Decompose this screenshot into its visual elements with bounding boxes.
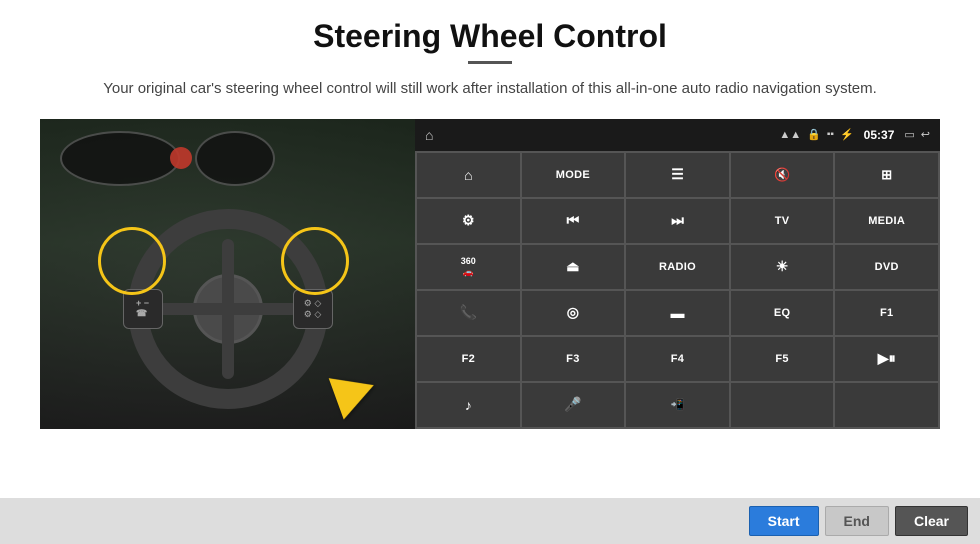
btn-eq[interactable]: EQ <box>731 291 834 335</box>
radio-label: RADIO <box>659 261 696 273</box>
bluetooth-icon: ⚡ <box>840 128 854 141</box>
btn-f2[interactable]: F2 <box>417 337 520 381</box>
btn-mic[interactable]: 🎤 <box>522 383 625 427</box>
btn-play-pause[interactable]: ▶⏸ <box>835 337 938 381</box>
btn-radio[interactable]: RADIO <box>626 245 729 289</box>
btn-f1[interactable]: F1 <box>835 291 938 335</box>
f3-label: F3 <box>566 353 579 365</box>
end-button[interactable]: End <box>825 506 889 536</box>
btn-music[interactable]: ♪ <box>417 383 520 427</box>
window-icon: ▭ <box>904 128 914 141</box>
btn-rect[interactable]: ▬ <box>626 291 729 335</box>
apps-icon: ⊞ <box>881 167 892 183</box>
btn-next[interactable]: ⏭ <box>626 199 729 243</box>
f4-label: F4 <box>671 353 684 365</box>
nav-icon: ◎ <box>567 304 579 321</box>
btn-brightness[interactable]: ☀ <box>731 245 834 289</box>
back-icon: ↩ <box>921 128 930 141</box>
btn-f4[interactable]: F4 <box>626 337 729 381</box>
tv-label: TV <box>775 215 790 227</box>
btn-settings[interactable]: ⚙ <box>417 199 520 243</box>
wifi-icon: ▲▲ <box>779 129 801 141</box>
btn-f5[interactable]: F5 <box>731 337 834 381</box>
car-image: + −☎ ⚙ ◇⚙ ◇ <box>40 119 415 429</box>
bottom-bar: Start End Clear <box>0 498 980 544</box>
home-status-icon: ⌂ <box>425 127 433 143</box>
microphone-icon: 🎤 <box>564 396 581 413</box>
btn-empty2[interactable] <box>835 383 938 427</box>
mute-icon: 🔇 <box>774 167 790 183</box>
content-area: + −☎ ⚙ ◇⚙ ◇ ⌂ <box>40 119 940 429</box>
btn-home[interactable] <box>417 153 520 197</box>
prev-icon: ⏮ <box>567 212 580 229</box>
btn-empty1[interactable] <box>731 383 834 427</box>
status-right: ▲▲ 🔒 ▪▪ ⚡ 05:37 ▭ ↩ <box>779 128 930 142</box>
title-divider <box>468 61 512 64</box>
steering-bg: + −☎ ⚙ ◇⚙ ◇ <box>40 119 415 429</box>
music-icon: ♪ <box>465 397 472 413</box>
btn-list[interactable] <box>626 153 729 197</box>
f2-label: F2 <box>462 353 475 365</box>
btn-mute[interactable]: 🔇 <box>731 153 834 197</box>
phone-icon: 📞 <box>460 304 477 321</box>
clear-button[interactable]: Clear <box>895 506 968 536</box>
start-button[interactable]: Start <box>749 506 819 536</box>
control-panel: ⌂ ▲▲ 🔒 ▪▪ ⚡ 05:37 ▭ ↩ MODE 🔇 <box>415 119 940 429</box>
page-subtitle: Your original car's steering wheel contr… <box>103 78 877 101</box>
dvd-label: DVD <box>875 261 899 273</box>
mode-label: MODE <box>556 169 590 181</box>
btn-phone[interactable]: 📞 <box>417 291 520 335</box>
btn-eject[interactable]: ⏏ <box>522 245 625 289</box>
highlight-left <box>98 227 166 295</box>
lock-icon: 🔒 <box>807 128 821 141</box>
status-left: ⌂ <box>425 127 433 143</box>
btn-media[interactable]: MEDIA <box>835 199 938 243</box>
time-display: 05:37 <box>864 128 895 142</box>
btn-f3[interactable]: F3 <box>522 337 625 381</box>
list-icon <box>671 166 684 183</box>
home-icon <box>464 167 472 183</box>
btn-call-end[interactable]: 📲 <box>626 383 729 427</box>
next-icon: ⏭ <box>671 212 684 229</box>
eject-icon: ⏏ <box>566 258 579 275</box>
rect-icon: ▬ <box>670 305 684 321</box>
btn-apps[interactable]: ⊞ <box>835 153 938 197</box>
status-bar: ⌂ ▲▲ 🔒 ▪▪ ⚡ 05:37 ▭ ↩ <box>415 119 940 151</box>
btn-tv[interactable]: TV <box>731 199 834 243</box>
highlight-right <box>281 227 349 295</box>
page-title: Steering Wheel Control <box>313 18 667 55</box>
sim-icon: ▪▪ <box>827 129 834 140</box>
play-pause-icon: ▶⏸ <box>878 350 896 367</box>
settings-icon: ⚙ <box>462 212 475 229</box>
btn-mode[interactable]: MODE <box>522 153 625 197</box>
btn-prev[interactable]: ⏮ <box>522 199 625 243</box>
eq-label: EQ <box>774 307 791 319</box>
car360-icon: 360🚗 <box>461 256 476 278</box>
button-grid: MODE 🔇 ⊞ ⚙ ⏮ ⏭ TV MEDIA 360🚗 ⏏ RADIO ☀ D… <box>415 151 940 429</box>
sun-icon: ☀ <box>776 258 789 275</box>
btn-nav[interactable]: ◎ <box>522 291 625 335</box>
btn-360[interactable]: 360🚗 <box>417 245 520 289</box>
f5-label: F5 <box>775 353 788 365</box>
btn-dvd[interactable]: DVD <box>835 245 938 289</box>
f1-label: F1 <box>880 307 893 319</box>
call-end-icon: 📲 <box>671 398 685 411</box>
media-label: MEDIA <box>868 215 905 227</box>
